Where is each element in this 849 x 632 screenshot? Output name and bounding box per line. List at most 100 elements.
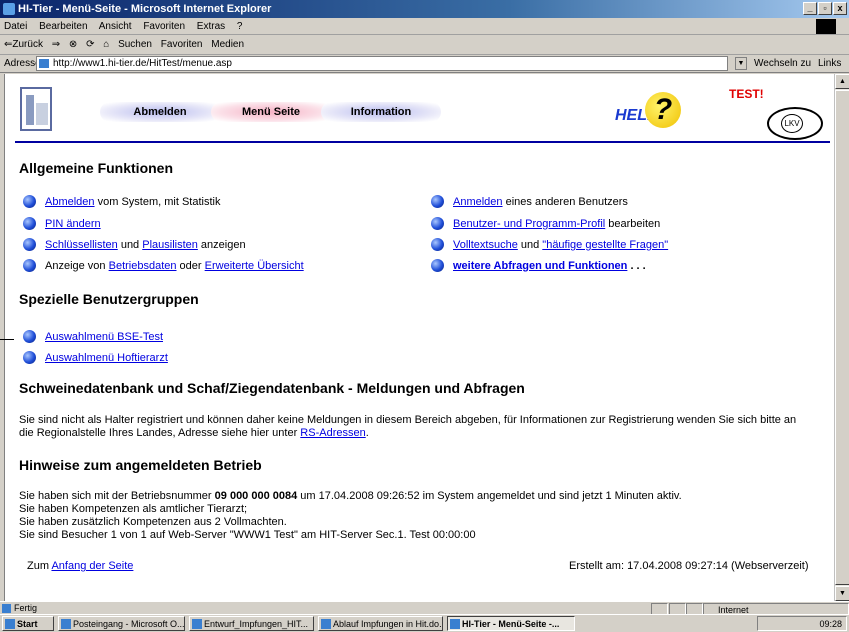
nav-information[interactable]: Information [321, 102, 441, 122]
bullet-icon [431, 217, 444, 230]
go-button[interactable]: Wechseln zu [754, 55, 811, 73]
list-item: weitere Abfragen und Funktionen . . . [431, 257, 646, 275]
links-button[interactable]: Links [818, 55, 841, 73]
task-outlook[interactable]: Posteingang - Microsoft O... [58, 616, 185, 631]
bullet-icon [431, 195, 444, 208]
vertical-scrollbar[interactable]: ▲ ▼ [834, 74, 849, 601]
task-label: HI-Tier - Menü-Seite -... [462, 619, 560, 629]
link-volltextsuche[interactable]: Volltextsuche [453, 239, 518, 251]
close-button[interactable]: x [833, 2, 847, 15]
link-anfang-der-seite[interactable]: Anfang der Seite [51, 560, 133, 572]
list-item: Anmelden eines anderen Benutzers [431, 193, 628, 211]
task-label: Ablauf Impfungen in Hit.do... [333, 619, 443, 629]
task-word-ablauf[interactable]: Ablauf Impfungen in Hit.do... [318, 616, 443, 631]
item-text: bearbeiten [605, 218, 661, 230]
bullet-icon [23, 238, 36, 251]
bullet-icon [431, 259, 444, 272]
list-item: Anzeige von Betriebsdaten oder Erweitert… [23, 257, 304, 275]
stop-icon[interactable]: ⊗ [69, 39, 77, 50]
link-weitere-abfragen[interactable]: weitere Abfragen und Funktionen [453, 260, 627, 272]
forward-button[interactable]: ⇒ [52, 39, 60, 50]
link-plausilisten[interactable]: Plausilisten [142, 239, 198, 251]
page-icon [2, 604, 11, 613]
link-betriebsdaten[interactable]: Betriebsdaten [109, 260, 177, 272]
window-titlebar[interactable]: HI-Tier - Menü-Seite - Microsoft Interne… [0, 0, 849, 18]
word-icon [321, 619, 331, 629]
scroll-down-icon[interactable]: ▼ [835, 586, 849, 601]
hit-logo [20, 87, 52, 131]
taskbar: Start Posteingang - Microsoft O... Entwu… [0, 614, 849, 631]
menu-datei[interactable]: Datei [4, 21, 27, 32]
address-dropdown-icon[interactable]: ▼ [735, 57, 747, 70]
link-faq[interactable]: "häufige gestellte Fragen" [542, 239, 668, 251]
home-icon[interactable]: ⌂ [103, 39, 109, 50]
notes-l2: Sie haben Kompetenzen als amtlicher Tier… [19, 503, 248, 515]
windows-flag-icon [816, 19, 836, 34]
list-item: Volltextsuche und "häufige gestellte Fra… [431, 236, 668, 254]
back-button[interactable]: ⇐Zurück [4, 39, 43, 50]
task-word-entwurf[interactable]: Entwurf_Impfungen_HIT... [189, 616, 314, 631]
scroll-thumb[interactable] [835, 90, 849, 585]
address-url: http://www1.hi-tier.de/HitTest/menue.asp [53, 58, 232, 69]
maximize-button[interactable]: ▫ [818, 2, 832, 15]
item-text: oder [176, 260, 205, 272]
menu-favoriten[interactable]: Favoriten [143, 21, 185, 32]
lkv-label: LKV [781, 114, 803, 133]
start-label: Start [17, 619, 38, 629]
link-anmelden[interactable]: Anmelden [453, 196, 503, 208]
bullet-icon [23, 195, 36, 208]
media-button[interactable]: Medien [211, 39, 244, 50]
link-benutzer-profil[interactable]: Benutzer- und Programm-Profil [453, 218, 605, 230]
start-button[interactable]: Start [2, 616, 54, 631]
help-question-icon[interactable]: ? [645, 92, 681, 128]
scroll-up-icon[interactable]: ▲ [835, 74, 849, 89]
section-title-notes: Hinweise zum angemeldeten Betrieb [19, 457, 262, 473]
bullet-icon [23, 351, 36, 364]
search-button[interactable]: Suchen [118, 39, 152, 50]
menu-ansicht[interactable]: Ansicht [99, 21, 132, 32]
notes-l4: Sie sind Besucher 1 von 1 auf Web-Server… [19, 529, 476, 541]
task-label: Posteingang - Microsoft O... [73, 619, 185, 629]
item-text: . . . [627, 260, 646, 272]
notes-l3: Sie haben zusätzlich Kompetenzen aus 2 V… [19, 516, 287, 528]
link-pin-aendern[interactable]: PIN ändern [45, 218, 101, 230]
minimize-button[interactable]: _ [803, 2, 817, 15]
item-text: anzeigen [197, 239, 246, 251]
section-title-general: Allgemeine Funktionen [19, 160, 174, 176]
link-hoftierarzt[interactable]: Auswahlmenü Hoftierarzt [45, 352, 168, 364]
item-text: Anzeige von [45, 260, 109, 272]
link-schluessellisten[interactable]: Schlüssellisten [45, 239, 118, 251]
link-bse-test[interactable]: Auswahlmenü BSE-Test [45, 331, 163, 343]
pig-end: . [365, 427, 369, 439]
section-title-special: Spezielle Benutzergruppen [19, 291, 199, 307]
status-bar: Fertig Internet [0, 601, 849, 615]
menu-bar: Datei Bearbeiten Ansicht Favoriten Extra… [0, 18, 849, 35]
link-erweiterte-uebersicht[interactable]: Erweiterte Übersicht [205, 260, 304, 272]
favorites-button[interactable]: Favoriten [161, 39, 203, 50]
page-content: Abmelden Menü Seite Information HELP ? T… [4, 74, 834, 601]
bullet-icon [23, 217, 36, 230]
task-ie-hitier[interactable]: HI-Tier - Menü-Seite -... [447, 616, 575, 631]
pig-info-text: Sie sind nicht als Halter registriert un… [19, 414, 829, 440]
menu-help[interactable]: ? [237, 21, 243, 32]
outlook-icon [61, 619, 71, 629]
notes-l1a: Sie haben sich mit der Betriebsnummer [19, 490, 215, 502]
clock: 09:28 [819, 619, 842, 629]
address-input[interactable]: http://www1.hi-tier.de/HitTest/menue.asp [36, 56, 728, 71]
link-rs-adressen[interactable]: RS-Adressen [300, 427, 365, 439]
nav-menu-seite[interactable]: Menü Seite [211, 102, 331, 122]
nav-abmelden[interactable]: Abmelden [100, 102, 220, 122]
menu-bearbeiten[interactable]: Bearbeiten [39, 21, 87, 32]
list-item: Auswahlmenü Hoftierarzt [23, 349, 168, 367]
menu-extras[interactable]: Extras [197, 21, 225, 32]
pointer-line [0, 339, 14, 340]
header-divider [15, 141, 830, 143]
ie-icon [3, 3, 15, 15]
test-label: TEST! [729, 87, 764, 101]
lkv-logo: LKV [767, 107, 823, 140]
list-item: Schlüssellisten und Plausilisten anzeige… [23, 236, 246, 254]
refresh-icon[interactable]: ⟳ [86, 39, 94, 50]
link-abmelden[interactable]: Abmelden [45, 196, 95, 208]
system-tray: 09:28 [757, 616, 847, 631]
list-item: Benutzer- und Programm-Profil bearbeiten [431, 215, 660, 233]
